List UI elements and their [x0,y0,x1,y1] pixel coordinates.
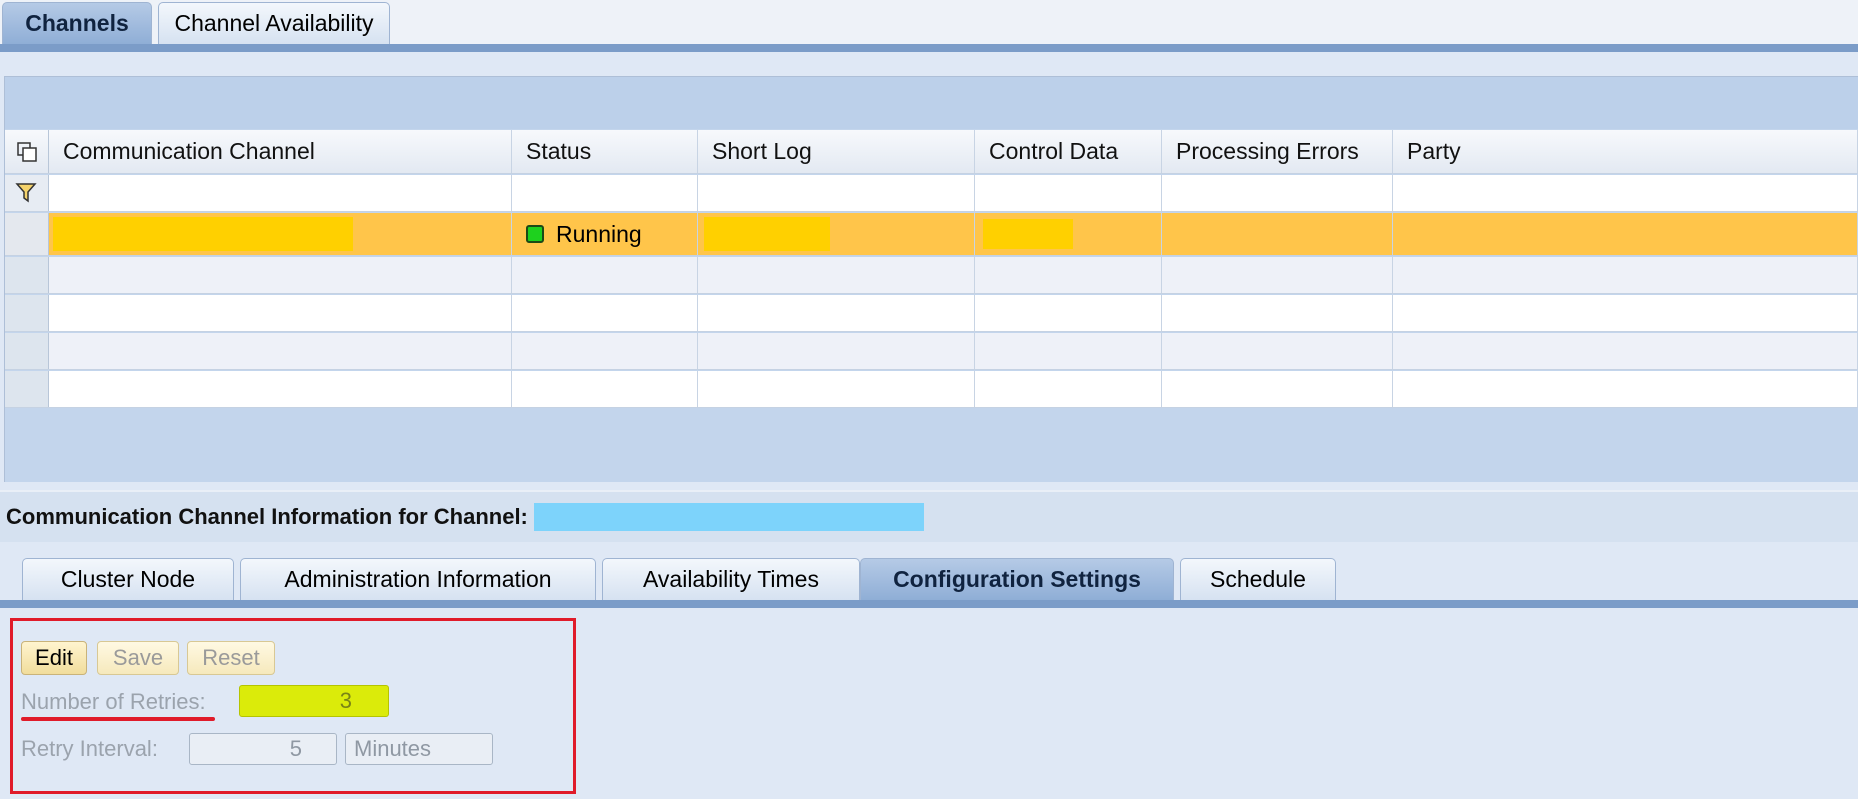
redacted-control-data [983,219,1073,249]
row-selector[interactable] [5,257,49,293]
tab-configuration-settings-label: Configuration Settings [893,566,1141,592]
redacted-short-log [704,217,830,251]
row-selector[interactable] [5,213,49,255]
table-row[interactable] [5,371,1858,408]
tab-channels[interactable]: Channels [2,2,152,44]
column-header-processing-errors[interactable]: Processing Errors [1162,130,1393,173]
row-selector[interactable] [5,371,49,407]
configuration-settings-panel: Edit Save Reset Number of Retries: 3 Ret… [10,618,576,794]
retry-interval-field[interactable]: 5 [189,733,337,765]
redacted-channel-info-name [533,503,924,531]
filter-cell[interactable] [698,175,975,211]
cell-processing-errors [1162,213,1393,255]
detail-tab-strip: Cluster Node Administration Information … [0,542,1858,608]
tab-availability-times[interactable]: Availability Times [602,558,860,600]
row-selector[interactable] [5,333,49,369]
filter-cell[interactable] [1393,175,1858,211]
redacted-channel-name [53,217,353,251]
status-text: Running [556,220,642,247]
retries-field[interactable]: 3 [239,685,389,717]
table-toolbar [5,77,1858,129]
filter-icon[interactable] [5,175,49,211]
top-tab-strip: Channels Channel Availability [0,0,1858,52]
tab-administration-information-label: Administration Information [284,566,552,592]
tab-schedule-label: Schedule [1210,566,1306,592]
column-header-party[interactable]: Party [1393,130,1858,173]
channel-info-bar: Communication Channel Information for Ch… [0,490,1858,542]
channel-info-label: Communication Channel Information for Ch… [6,504,528,529]
cell-party [1393,213,1858,255]
cell-control-data [975,213,1162,255]
tab-channels-label: Channels [25,10,129,36]
tab-configuration-settings[interactable]: Configuration Settings [860,558,1174,600]
annotation-underline [21,717,215,721]
table-row[interactable]: Running [5,213,1858,256]
channels-table: Communication Channel Status Short Log C… [4,76,1858,482]
table-row[interactable] [5,333,1858,370]
filter-cell[interactable] [512,175,698,211]
filter-row [5,175,1858,212]
table-row[interactable] [5,257,1858,294]
retry-interval-unit-field[interactable]: Minutes [345,733,493,765]
tab-channel-availability[interactable]: Channel Availability [158,2,390,44]
column-header-communication-channel[interactable]: Communication Channel [49,130,512,173]
retries-label: Number of Retries: [21,689,206,714]
filter-cell[interactable] [1162,175,1393,211]
reset-button[interactable]: Reset [187,641,275,675]
edit-button[interactable]: Edit [21,641,87,675]
tab-schedule[interactable]: Schedule [1180,558,1336,600]
column-header-control-data[interactable]: Control Data [975,130,1162,173]
retry-interval-label: Retry Interval: [21,736,158,761]
tab-cluster-node-label: Cluster Node [60,566,196,592]
column-header-status[interactable]: Status [512,130,698,173]
column-selection-icon[interactable] [5,130,49,173]
status-running-icon [526,225,544,243]
filter-cell[interactable] [49,175,512,211]
save-button[interactable]: Save [97,641,179,675]
cell-status: Running [512,213,698,255]
column-header-short-log[interactable]: Short Log [698,130,975,173]
table-row[interactable] [5,295,1858,332]
detail-tab-strip-divider [0,600,1858,608]
tab-channel-availability-label: Channel Availability [174,10,374,36]
filter-cell[interactable] [975,175,1162,211]
tab-cluster-node[interactable]: Cluster Node [22,558,234,600]
cell-short-log [698,213,975,255]
tab-availability-times-label: Availability Times [643,566,819,592]
table-header-row: Communication Channel Status Short Log C… [5,130,1858,174]
row-selector[interactable] [5,295,49,331]
tab-administration-information[interactable]: Administration Information [240,558,596,600]
tab-strip-divider [0,44,1858,52]
cell-communication-channel [49,213,512,255]
